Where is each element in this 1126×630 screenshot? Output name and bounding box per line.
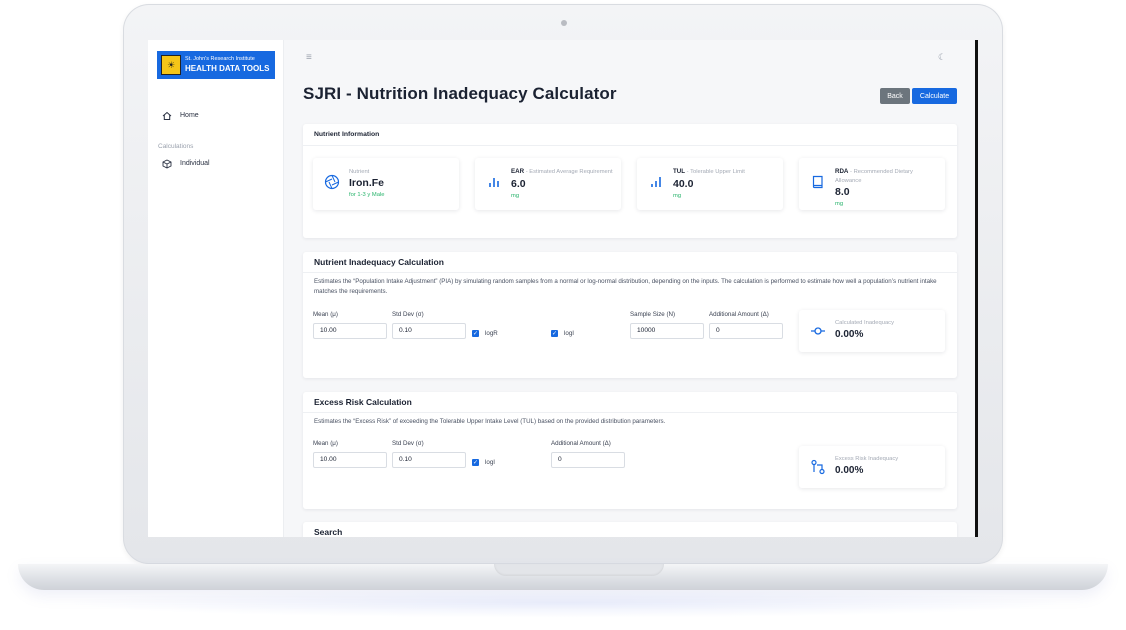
bar-chart-icon bbox=[648, 174, 664, 190]
menu-toggle-icon[interactable]: ≡ bbox=[306, 52, 312, 63]
rda-stat: RDA - Recommended Dietary Allowance 8.0 … bbox=[799, 158, 945, 210]
sd-input[interactable]: 0.10 bbox=[392, 451, 466, 468]
sd-field: Std Dev (σ) 0.10 bbox=[392, 310, 466, 339]
result-label: Calculated Inadequacy bbox=[835, 320, 894, 326]
ear-value: 6.0 bbox=[511, 177, 526, 190]
brand-logo[interactable]: ☀ St. John's Research Institute HEALTH D… bbox=[157, 51, 275, 79]
logo-line1: St. John's Research Institute bbox=[185, 56, 255, 63]
additional-amount-field: Additional Amount (Δ) 0 bbox=[551, 439, 629, 468]
mean-input[interactable]: 10.00 bbox=[313, 322, 387, 339]
card-title: Nutrient Inadequacy Calculation bbox=[314, 257, 444, 267]
nutrient-stat: Nutrient Iron.Fe for 1-3 y Male bbox=[313, 158, 459, 210]
tul-unit: mg bbox=[673, 192, 682, 199]
ear-desc: - Estimated Average Requirement bbox=[525, 169, 613, 175]
theme-toggle-moon-icon[interactable]: ☾ bbox=[938, 52, 946, 63]
check-icon: ✓ bbox=[472, 459, 479, 466]
logR-checkbox[interactable]: ✓ logR bbox=[472, 330, 498, 337]
sidebar-item-label: Individual bbox=[180, 160, 210, 167]
mean-field: Mean (μ) 10.00 bbox=[313, 310, 387, 339]
rda-value: 8.0 bbox=[835, 185, 850, 198]
logo-mark-icon: ☀ bbox=[161, 55, 181, 75]
logI-checkbox[interactable]: ✓ logI bbox=[551, 330, 574, 337]
bar-chart-icon bbox=[486, 174, 502, 190]
check-icon: ✓ bbox=[551, 330, 558, 337]
rda-abbr: RDA bbox=[835, 168, 849, 175]
check-icon: ✓ bbox=[472, 330, 479, 337]
nutrient-sub: for 1-3 y Male bbox=[349, 192, 385, 199]
search-card: Search bbox=[303, 522, 957, 537]
card-title: Search bbox=[314, 527, 343, 537]
mean-input[interactable]: 10.00 bbox=[313, 451, 387, 468]
sd-label: Std Dev (σ) bbox=[392, 311, 424, 318]
sd-input[interactable]: 0.10 bbox=[392, 322, 466, 339]
book-icon bbox=[810, 174, 826, 190]
result-label: Excess Risk Inadequacy bbox=[835, 456, 899, 462]
inadequacy-card: Nutrient Inadequacy Calculation Estimate… bbox=[303, 252, 957, 378]
tul-stat: TUL - Tolerable Upper Limit 40.0 mg bbox=[637, 158, 783, 210]
cube-icon bbox=[161, 158, 172, 169]
result-value: 0.00% bbox=[835, 329, 864, 340]
back-button[interactable]: Back bbox=[880, 88, 910, 104]
app-screen: ☀ St. John's Research Institute HEALTH D… bbox=[148, 40, 978, 537]
inadequacy-result: Calculated Inadequacy 0.00% bbox=[799, 310, 945, 352]
laptop-notch bbox=[494, 564, 664, 576]
additional-amount-input[interactable]: 0 bbox=[709, 322, 783, 339]
laptop-camera bbox=[561, 20, 567, 26]
logI-label: logI bbox=[485, 459, 495, 466]
excess-risk-result: Excess Risk Inadequacy 0.00% bbox=[799, 446, 945, 488]
logI-checkbox[interactable]: ✓ logI bbox=[472, 459, 495, 466]
mean-label: Mean (μ) bbox=[313, 311, 338, 318]
logI-label: logI bbox=[564, 330, 574, 337]
tul-abbr: TUL bbox=[673, 168, 686, 175]
main-content: ≡ ☾ SJRI - Nutrition Inadequacy Calculat… bbox=[284, 40, 975, 537]
excess-risk-card: Excess Risk Calculation Estimates the “E… bbox=[303, 392, 957, 509]
card-title: Nutrient Information bbox=[303, 124, 957, 146]
sidebar-item-label: Home bbox=[180, 112, 199, 119]
sidebar-item-individual[interactable]: Individual bbox=[161, 158, 210, 169]
ear-stat: EAR - Estimated Average Requirement 6.0 … bbox=[475, 158, 621, 210]
laptop-shadow bbox=[60, 588, 1070, 618]
nutrient-value: Iron.Fe bbox=[349, 177, 385, 190]
tul-desc: - Tolerable Upper Limit bbox=[686, 169, 745, 175]
aperture-icon bbox=[324, 174, 340, 190]
nutrient-label: Nutrient bbox=[349, 169, 370, 175]
additional-amount-field: Additional Amount (Δ) 0 bbox=[709, 310, 787, 339]
ear-unit: mg bbox=[511, 192, 520, 199]
sample-size-field: Sample Size (N) 10000 bbox=[630, 310, 704, 339]
logo-line2: HEALTH DATA TOOLS bbox=[185, 63, 270, 73]
ear-abbr: EAR bbox=[511, 168, 525, 175]
page-title: SJRI - Nutrition Inadequacy Calculator bbox=[303, 84, 617, 103]
commit-icon bbox=[810, 323, 826, 339]
mean-field: Mean (μ) 10.00 bbox=[313, 439, 387, 468]
sidebar: ☀ St. John's Research Institute HEALTH D… bbox=[148, 40, 284, 537]
sample-size-input[interactable]: 10000 bbox=[630, 322, 704, 339]
tul-value: 40.0 bbox=[673, 177, 694, 190]
home-icon bbox=[161, 110, 172, 121]
laptop-base bbox=[18, 564, 1108, 590]
additional-amount-input[interactable]: 0 bbox=[551, 451, 625, 468]
mean-label: Mean (μ) bbox=[313, 440, 338, 447]
additional-amount-label: Additional Amount (Δ) bbox=[709, 311, 769, 318]
git-pull-icon bbox=[810, 459, 826, 475]
sidebar-item-home[interactable]: Home bbox=[161, 110, 199, 121]
card-description: Estimates the “Excess Risk” of exceeding… bbox=[303, 412, 957, 427]
nutrient-info-card: Nutrient Information Nutrient Iron.Fe fo… bbox=[303, 124, 957, 238]
sd-field: Std Dev (σ) 0.10 bbox=[392, 439, 466, 468]
sample-size-label: Sample Size (N) bbox=[630, 311, 676, 318]
rda-unit: mg bbox=[835, 200, 844, 207]
additional-amount-label: Additional Amount (Δ) bbox=[551, 440, 611, 447]
sidebar-section-calculations: Calculations bbox=[158, 143, 194, 150]
logR-label: logR bbox=[485, 330, 498, 337]
sd-label: Std Dev (σ) bbox=[392, 440, 424, 447]
calculate-button[interactable]: Calculate bbox=[912, 88, 957, 104]
result-value: 0.00% bbox=[835, 465, 864, 476]
card-title: Excess Risk Calculation bbox=[314, 397, 412, 407]
card-description: Estimates the “Population Intake Adjustm… bbox=[303, 272, 957, 297]
